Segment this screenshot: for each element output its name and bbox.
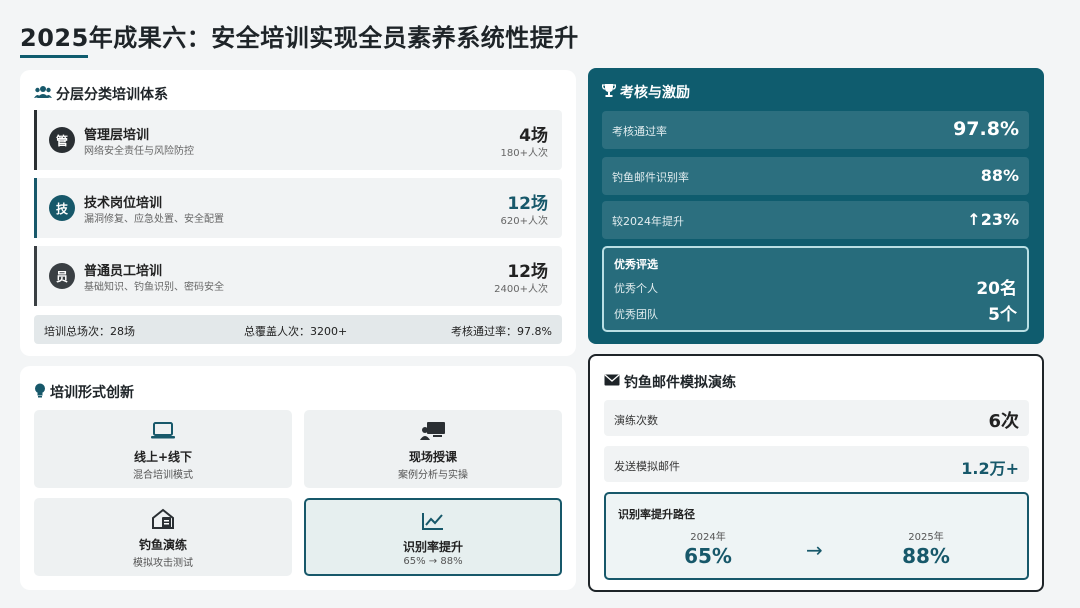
tier-name: 技术岗位培训 [84,196,163,211]
tier-desc: 漏洞修复、应急处置、安全配置 [84,214,224,225]
presentation-icon [304,420,562,442]
tier-technical: 技 技术岗位培训 漏洞修复、应急处置、安全配置 12场 620+人次 [34,178,562,238]
tiered-training-title: 分层分类培训体系 [56,87,168,103]
metric-label: 较2024年提升 [612,215,684,228]
tier-value: 4场 [519,126,548,146]
tier-sub: 2400+人次 [494,284,548,295]
tile-sub: 65% → 88% [403,556,463,567]
award-team-label: 优秀团队 [614,308,658,321]
tier-bar [34,110,37,170]
tile-recognition-rate: 识别率提升 65% → 88% [304,498,562,576]
metric-phishing-recognition: 钓鱼邮件识别率 88% [602,157,1029,195]
phishing-house-icon [34,508,292,530]
phishing-drill-card: 钓鱼邮件模拟演练 演练次数 6次 发送模拟邮件 1.2万+ 识别率提升路径 20… [588,354,1044,592]
users-icon [34,85,52,103]
tile-onsite: 现场授课 案例分析与实操 [304,410,562,488]
row-emails-sent: 发送模拟邮件 1.2万+ [604,446,1029,482]
envelope-icon [604,374,620,390]
metric-value: ↑23% [967,210,1019,229]
phishing-drill-title: 钓鱼邮件模拟演练 [624,375,736,391]
row-value: 1.2万+ [961,459,1019,478]
recognition-path-box: 识别率提升路径 2024年 65% → 2025年 88% [604,492,1029,580]
tier-sub: 180+人次 [500,148,548,159]
trophy-icon [601,83,617,101]
excellence-award-box: 优秀评选 优秀个人 20名 优秀团队 5个 [602,246,1029,332]
training-summary-bar: 培训总场次：28场 总覆盖人次：3200+ 考核通过率：97.8% [34,315,562,344]
training-forms-heading: 培训形式创新 [34,382,134,402]
tiered-training-card: 分层分类培训体系 管 管理层培训 网络安全责任与风险防控 4场 180+人次 技… [20,70,576,356]
path-from-year: 2024年 [690,532,726,543]
tier-sub: 620+人次 [500,216,548,227]
award-individual-label: 优秀个人 [614,282,658,295]
tier-badge: 员 [49,263,75,289]
laptop-icon [34,420,292,442]
metric-pass-rate: 考核通过率 97.8% [602,111,1029,149]
tier-bar [34,178,37,238]
metric-value: 88% [980,166,1019,185]
summary-pass: 考核通过率：97.8% [451,325,552,338]
lightbulb-icon [34,383,46,402]
tile-label: 线上+线下 [133,450,193,464]
training-forms-card: 培训形式创新 线上+线下 混合培训模式 现场授课 案例分析与实操 钓鱼演练 模拟… [20,366,576,590]
tile-label: 钓鱼演练 [138,538,187,552]
path-title: 识别率提升路径 [618,508,695,521]
chart-line-icon [306,510,560,532]
path-to-value: 88% [902,544,950,568]
row-label: 发送模拟邮件 [614,460,680,473]
row-drill-count: 演练次数 6次 [604,400,1029,436]
tile-sub: 混合培训模式 [133,470,193,481]
award-team-value: 5个 [988,305,1017,325]
tile-sub: 模拟攻击测试 [133,558,193,569]
metric-yoy-increase: 较2024年提升 ↑23% [602,201,1029,239]
tiered-training-heading: 分层分类培训体系 [34,84,168,104]
tier-name: 普通员工培训 [84,264,163,279]
metric-label: 钓鱼邮件识别率 [612,171,689,184]
tier-badge: 管 [49,127,75,153]
phishing-drill-heading: 钓鱼邮件模拟演练 [604,372,736,392]
summary-coverage: 总覆盖人次：3200+ [244,325,348,338]
page-title: 2025年成果六：安全培训实现全员素养系统性提升 [20,24,579,52]
tier-name: 管理层培训 [84,128,150,143]
award-title: 优秀评选 [614,258,658,271]
title-underline [20,55,88,58]
tier-staff: 员 普通员工培训 基础知识、钓鱼识别、密码安全 12场 2400+人次 [34,246,562,306]
arrow-right-icon: → [806,538,823,562]
metric-value: 97.8% [953,118,1019,140]
tile-label: 现场授课 [408,450,457,464]
exam-incentive-card: 考核与激励 考核通过率 97.8% 钓鱼邮件识别率 88% 较2024年提升 ↑… [588,68,1044,344]
tier-desc: 网络安全责任与风险防控 [84,146,194,157]
tier-badge: 技 [49,195,75,221]
tier-bar [34,246,37,306]
path-from-value: 65% [684,544,732,568]
training-forms-title: 培训形式创新 [50,385,134,401]
tier-desc: 基础知识、钓鱼识别、密码安全 [84,282,224,293]
row-label: 演练次数 [614,414,658,427]
exam-incentive-title: 考核与激励 [620,85,690,101]
award-individual-value: 20名 [976,279,1017,299]
row-value: 6次 [988,411,1019,432]
tile-sub: 案例分析与实操 [398,470,468,481]
metric-label: 考核通过率 [612,125,667,138]
tile-online-offline: 线上+线下 混合培训模式 [34,410,292,488]
tier-value: 12场 [507,194,548,214]
summary-total: 培训总场次：28场 [44,325,135,338]
path-to-year: 2025年 [908,532,944,543]
tier-management: 管 管理层培训 网络安全责任与风险防控 4场 180+人次 [34,110,562,170]
exam-incentive-heading: 考核与激励 [601,82,690,102]
tile-label: 识别率提升 [402,540,463,554]
tile-phishing-drill: 钓鱼演练 模拟攻击测试 [34,498,292,576]
tier-value: 12场 [507,262,548,282]
